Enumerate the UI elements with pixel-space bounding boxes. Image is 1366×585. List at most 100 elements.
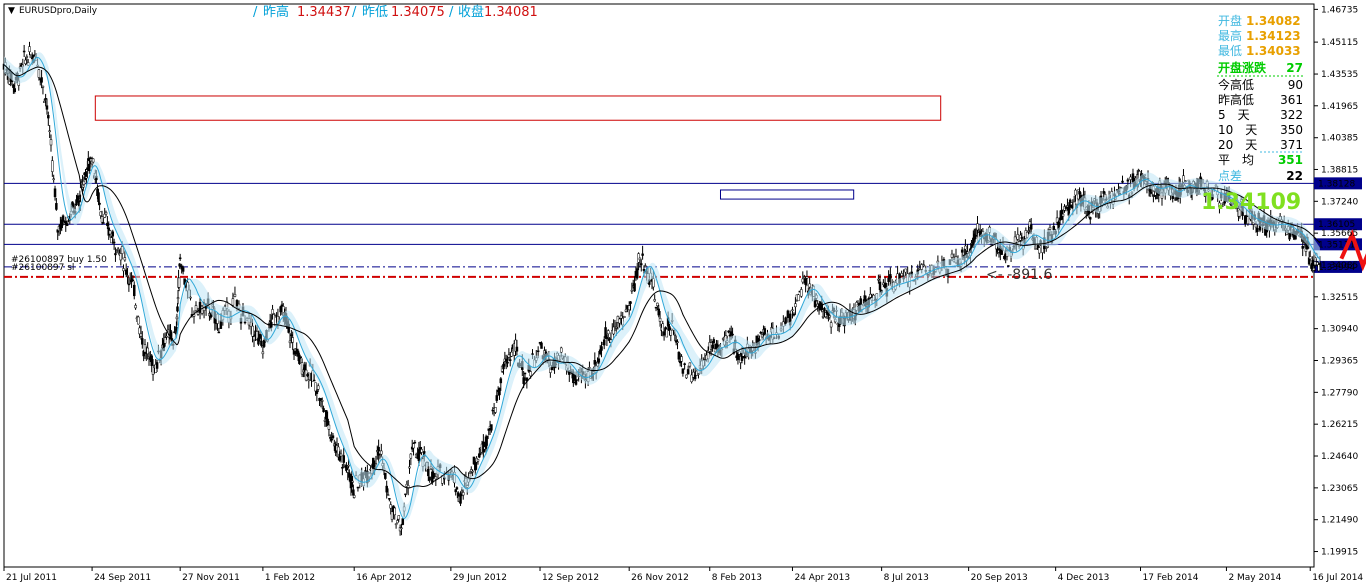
- candle-body: [41, 85, 45, 88]
- candle-body: [680, 356, 683, 362]
- candle-body: [638, 257, 642, 261]
- price-chart[interactable]: 1.381281.361051.351111.33994 1.467351.45…: [0, 0, 1366, 585]
- candle-body: [347, 464, 350, 467]
- x-tick-label: 16 Jul 2014: [1312, 573, 1363, 583]
- candle-body: [686, 369, 690, 375]
- candle-body: [115, 250, 119, 252]
- candle-body: [389, 504, 392, 509]
- candle-body: [743, 356, 746, 358]
- candle-body: [143, 344, 147, 353]
- candle-body: [1256, 228, 1259, 232]
- candle-body: [1052, 225, 1056, 231]
- candle-body: [683, 363, 686, 365]
- candle-body: [618, 318, 621, 324]
- candle-body: [504, 358, 508, 362]
- candle-body: [593, 360, 597, 365]
- candle-body: [100, 216, 104, 223]
- candle-body: [1129, 176, 1132, 180]
- panel-low-value: 1.34033: [1246, 44, 1301, 58]
- candle-body: [900, 273, 903, 277]
- candle-body: [306, 374, 309, 377]
- candle-body: [331, 435, 335, 439]
- candle-body: [413, 441, 417, 444]
- window-title-arrow-icon: ▼: [8, 6, 15, 16]
- x-tick-label: 16 Apr 2012: [356, 573, 412, 583]
- candle-body: [75, 199, 78, 206]
- candle-body: [312, 379, 316, 382]
- candle-body: [99, 211, 102, 216]
- candle-body: [644, 265, 647, 267]
- panel-stat-value-2: 322: [1280, 108, 1303, 122]
- candle-body: [487, 428, 490, 431]
- candle-body: [803, 276, 806, 278]
- candle-body: [540, 342, 543, 349]
- candle-body: [299, 356, 302, 358]
- x-tick-label: 2 May 2014: [1228, 573, 1281, 583]
- candle-body: [1048, 227, 1052, 230]
- candle-body: [1311, 259, 1314, 267]
- candle-body: [454, 489, 457, 493]
- candle-body: [48, 130, 51, 132]
- candle-body: [112, 241, 116, 244]
- candle-body: [877, 278, 880, 281]
- candle-body: [883, 282, 887, 288]
- candle-body: [460, 490, 464, 493]
- candle-body: [412, 443, 415, 449]
- y-tick-label: 1.45115: [1321, 38, 1358, 48]
- candle-body: [823, 307, 826, 312]
- candle-body: [268, 320, 272, 322]
- candle-body: [531, 353, 534, 355]
- y-tick-label: 1.37240: [1321, 197, 1358, 207]
- candle-body: [434, 476, 438, 480]
- candle-body: [97, 192, 100, 203]
- panel-stat-value-4: 371: [1280, 138, 1303, 152]
- candle-body: [76, 195, 80, 201]
- candle-body: [110, 237, 113, 244]
- candle-body: [330, 438, 333, 441]
- candle-body: [801, 278, 805, 283]
- candle-body: [474, 462, 477, 471]
- y-tick-label: 1.46735: [1321, 5, 1358, 15]
- y-tick-label: 1.26215: [1321, 420, 1358, 430]
- panel-avg-label: 平 均: [1218, 153, 1254, 167]
- y-tick-label: 1.21490: [1321, 516, 1358, 526]
- candle-body: [673, 334, 677, 336]
- candle-body: [176, 306, 179, 312]
- candle-body: [515, 346, 519, 352]
- candle-body: [658, 318, 662, 322]
- candle-body: [976, 223, 979, 231]
- panel-high-label: 最高: [1218, 28, 1242, 43]
- candle-body: [124, 269, 128, 275]
- candle-body: [635, 268, 639, 279]
- y-tick-label: 1.38815: [1321, 165, 1358, 175]
- candle-body: [47, 115, 50, 119]
- candle-body: [198, 301, 202, 313]
- candle-body: [612, 326, 615, 335]
- candle-body: [51, 160, 54, 172]
- candle-body: [123, 257, 127, 261]
- candle-body: [138, 327, 141, 335]
- candle-body: [808, 283, 811, 288]
- candle-body: [231, 298, 235, 306]
- candle-body: [522, 377, 525, 384]
- candle-body: [329, 437, 332, 439]
- candle-body: [150, 355, 153, 366]
- candle-body: [175, 316, 179, 320]
- candle-body: [1078, 190, 1081, 195]
- candle-body: [1070, 202, 1073, 206]
- candle-body: [791, 309, 794, 312]
- candle-body: [141, 338, 144, 345]
- candle-body: [1003, 255, 1006, 259]
- candle-body: [461, 492, 465, 496]
- chart-root[interactable]: 1.38128 1.36105 1.35111 1.33994 1.46735 1.45…: [0, 0, 1366, 585]
- y-tick-label: 1.32515: [1321, 293, 1358, 303]
- x-tick-label: 24 Apr 2013: [794, 573, 850, 583]
- candle-body: [600, 346, 603, 351]
- panel-stat-value-1: 361: [1280, 93, 1303, 107]
- candle-body: [61, 215, 65, 222]
- x-tick-label: 1 Feb 2012: [265, 573, 315, 583]
- candle-body: [1317, 264, 1320, 272]
- candle-body: [1182, 175, 1185, 183]
- candle-body: [91, 158, 95, 163]
- order-line-label-2: #26100897 sl: [11, 263, 74, 273]
